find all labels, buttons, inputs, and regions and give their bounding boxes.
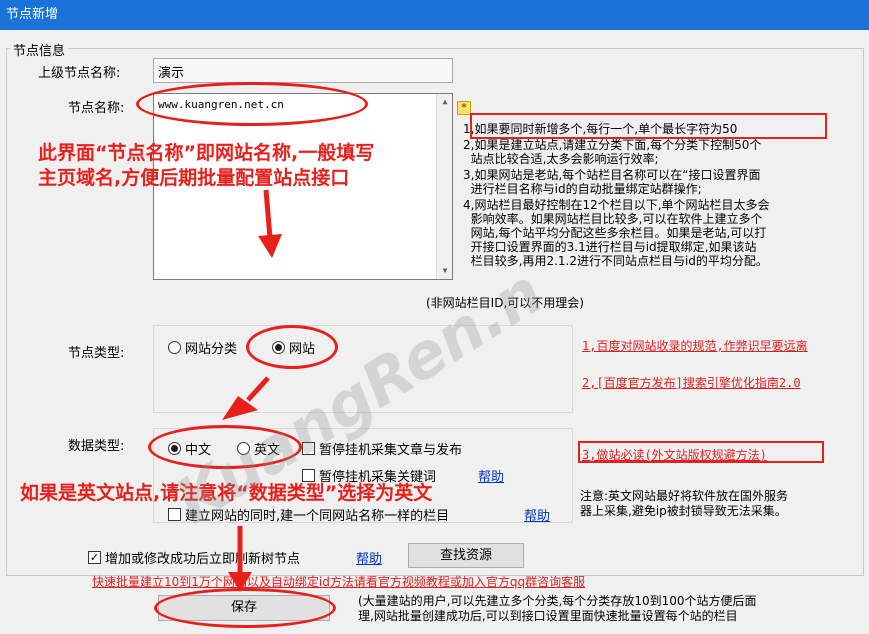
arrow-head-save (228, 572, 252, 592)
arrow-head-textarea (258, 234, 282, 258)
arrow-head-data-type (222, 396, 258, 420)
arrow-to-data-type (246, 376, 270, 402)
arrow-down-to-textarea (263, 189, 273, 239)
